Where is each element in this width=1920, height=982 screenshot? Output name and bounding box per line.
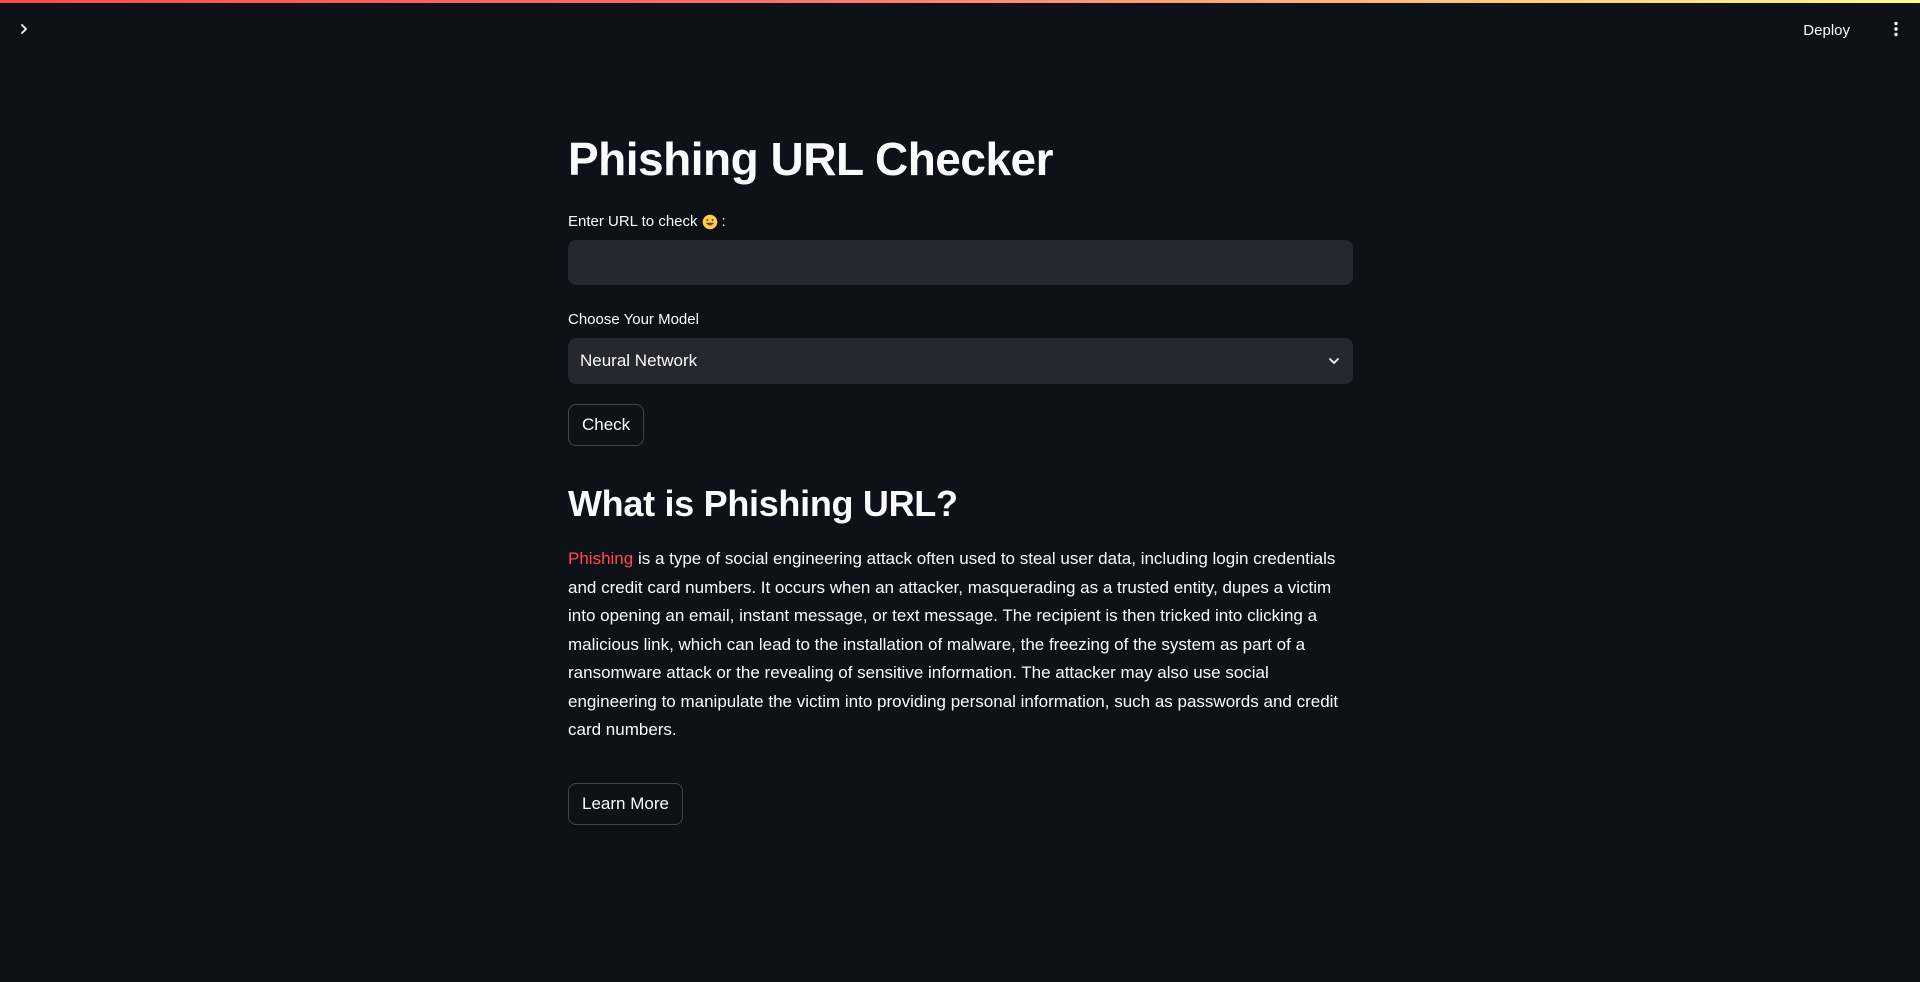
url-input-label-suffix: : — [721, 213, 726, 230]
model-select-value: Neural Network — [580, 351, 698, 370]
model-select-label: Choose Your Model — [568, 311, 699, 328]
info-description-body: is a type of social engineering attack o… — [568, 549, 1339, 739]
deploy-button[interactable]: Deploy — [1795, 15, 1858, 45]
check-button[interactable]: Check — [568, 404, 645, 446]
url-input-label: Enter URL to check : — [568, 212, 1353, 232]
main-menu-button[interactable] — [1884, 17, 1908, 41]
sidebar-toggle-button[interactable] — [12, 17, 36, 41]
main-content: Phishing URL Checker Enter URL to check … — [568, 120, 1353, 825]
info-description: Phishing is a type of social engineering… — [568, 545, 1353, 745]
url-input[interactable] — [568, 240, 1353, 285]
learn-more-button[interactable]: Learn More — [568, 782, 683, 825]
phishing-highlight: Phishing — [568, 549, 634, 568]
grinning-face-emoji-icon — [702, 214, 717, 230]
vertical-ellipsis-icon — [1894, 21, 1898, 37]
info-heading: What is Phishing URL? — [568, 483, 958, 524]
page-title: Phishing URL Checker — [568, 133, 1054, 185]
model-select[interactable]: Neural Network — [568, 338, 1353, 384]
url-input-label-text: Enter URL to check — [568, 213, 698, 230]
chevron-down-icon — [1329, 358, 1339, 364]
chevron-right-icon — [21, 24, 27, 34]
app-header: Deploy — [0, 3, 1920, 57]
